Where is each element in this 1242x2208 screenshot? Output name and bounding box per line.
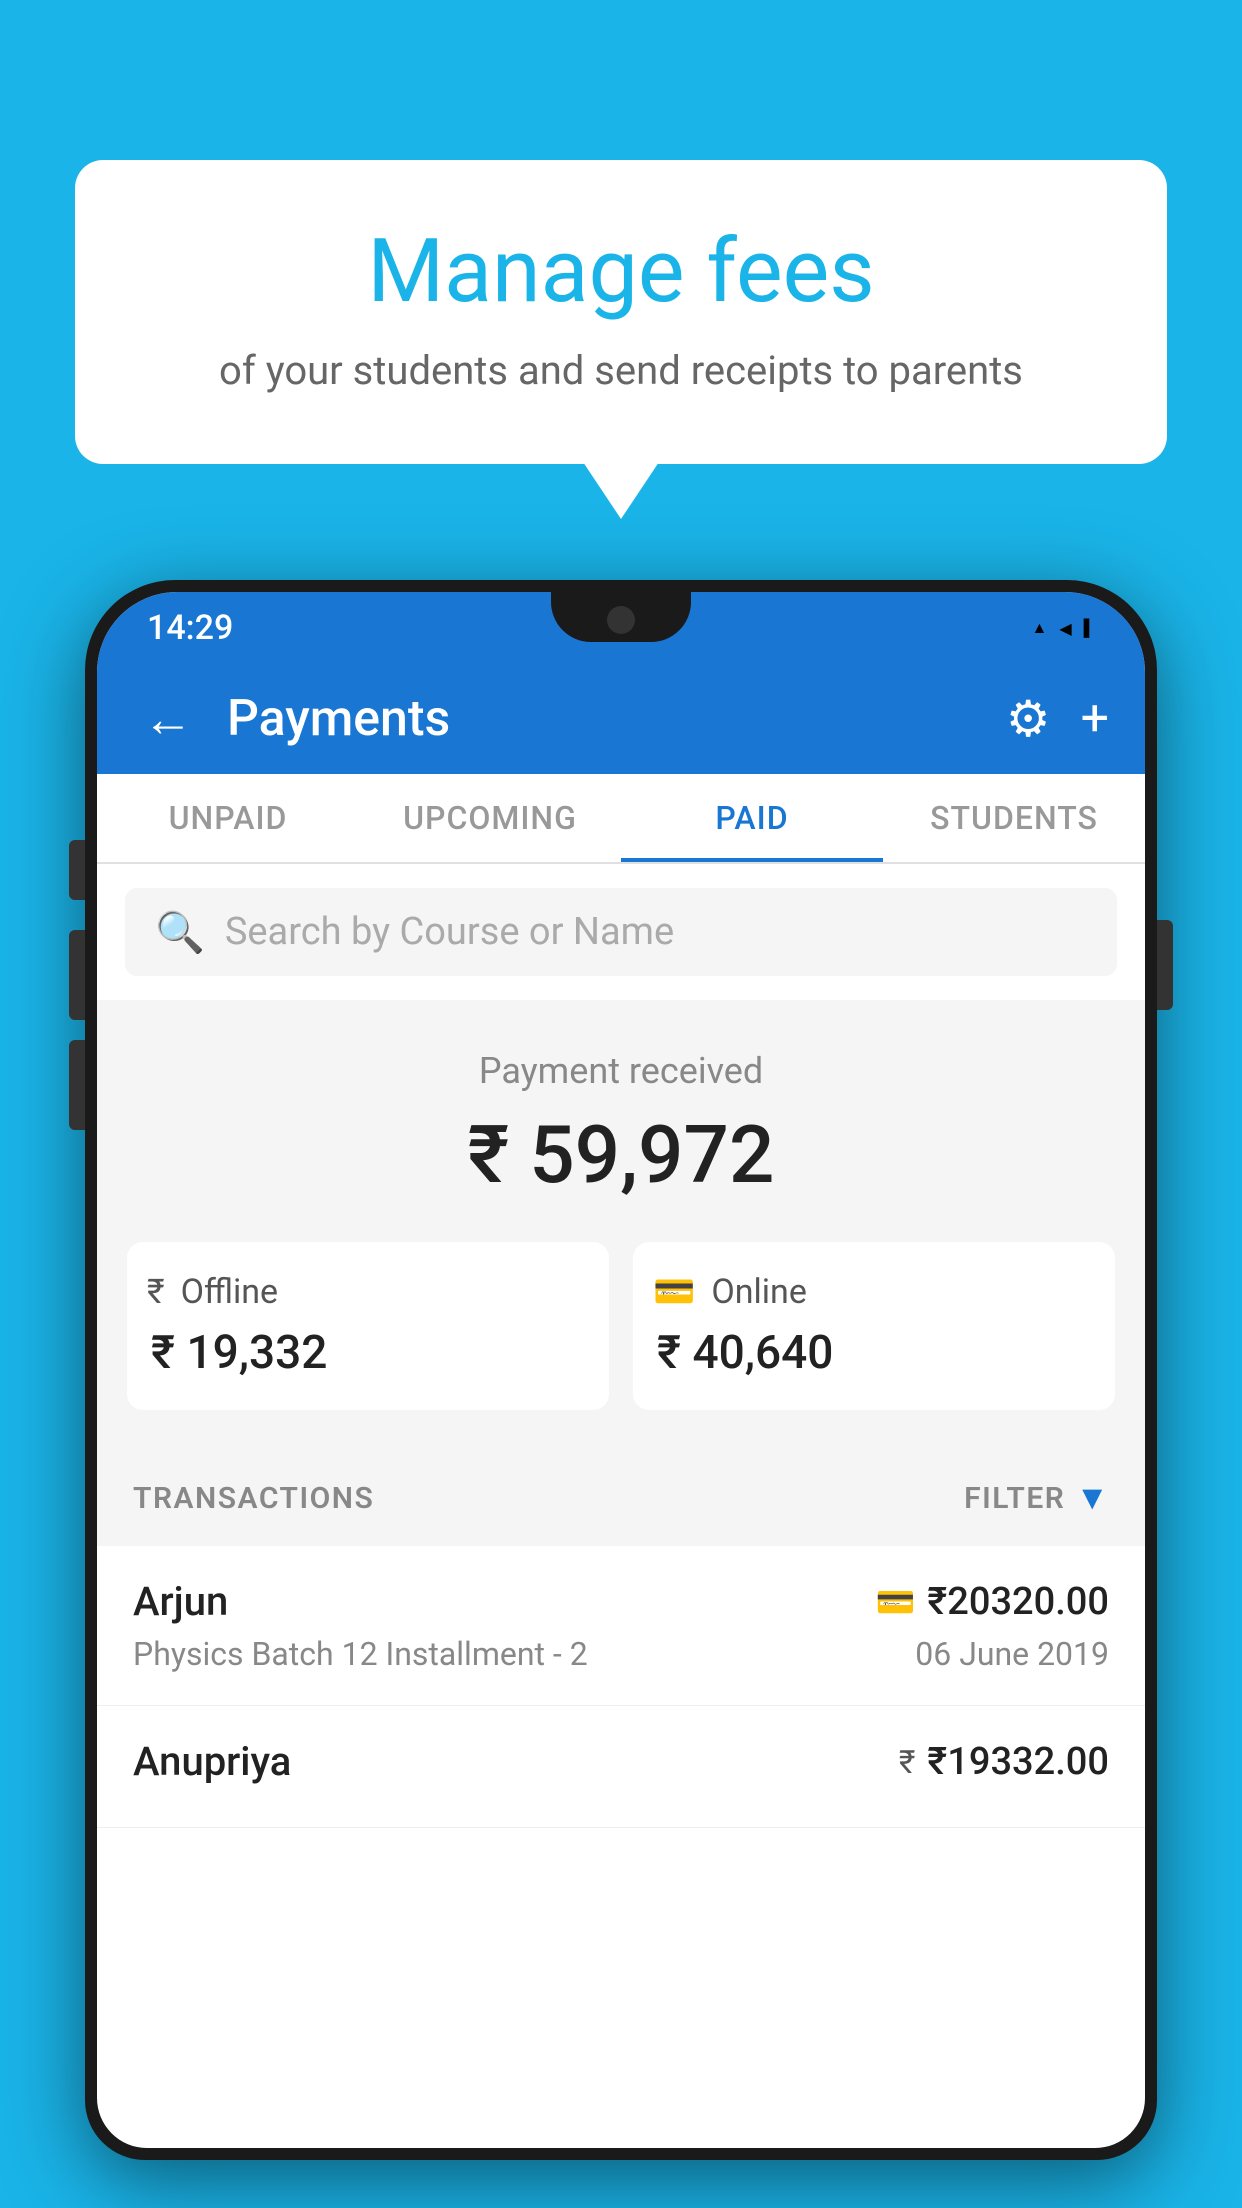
speech-bubble: Manage fees of your students and send re… xyxy=(75,160,1167,464)
online-payment-card: 💳 Online ₹ 40,640 xyxy=(633,1242,1115,1410)
cash-payment-icon: ₹ xyxy=(899,1743,916,1781)
transaction-list: Arjun 💳 ₹20320.00 Physics Batch 12 Insta… xyxy=(97,1546,1145,1828)
card-icon: 💳 xyxy=(653,1272,695,1312)
payment-cards: ₹ Offline ₹ 19,332 💳 Online ₹ 40,640 xyxy=(127,1242,1115,1410)
offline-label: Offline xyxy=(181,1272,278,1312)
offline-amount: ₹ 19,332 xyxy=(147,1326,589,1380)
transaction-course: Physics Batch 12 Installment - 2 xyxy=(133,1635,588,1673)
tab-upcoming[interactable]: UPCOMING xyxy=(359,774,621,862)
transaction-item[interactable]: Arjun 💳 ₹20320.00 Physics Batch 12 Insta… xyxy=(97,1546,1145,1706)
search-bar-container: 🔍 Search by Course or Name xyxy=(97,864,1145,1000)
online-amount: ₹ 40,640 xyxy=(653,1326,1095,1380)
bubble-subtitle: of your students and send receipts to pa… xyxy=(125,347,1117,394)
volume-silent-button xyxy=(69,840,85,900)
tabs-container: UNPAID UPCOMING PAID STUDENTS xyxy=(97,774,1145,864)
power-button xyxy=(1157,920,1173,1010)
transaction-amount: ₹19332.00 xyxy=(927,1740,1109,1784)
cash-icon: ₹ xyxy=(147,1272,165,1312)
filter-label: FILTER xyxy=(964,1481,1065,1516)
app-bar-actions: ⚙ + xyxy=(1006,690,1109,749)
status-bar: 14:29 ▲ ◀ ▌ xyxy=(97,592,1145,664)
transaction-detail-row: Physics Batch 12 Installment - 2 06 June… xyxy=(133,1635,1109,1673)
app-bar: ← Payments ⚙ + xyxy=(97,664,1145,774)
offline-payment-card: ₹ Offline ₹ 19,332 xyxy=(127,1242,609,1410)
transaction-row: Anupriya ₹ ₹19332.00 xyxy=(133,1738,1109,1785)
transaction-amount-wrap: 💳 ₹20320.00 xyxy=(876,1580,1109,1624)
payment-total-amount: ₹ 59,972 xyxy=(127,1108,1115,1202)
back-button[interactable]: ← xyxy=(133,690,203,749)
volume-up-button xyxy=(69,930,85,1020)
phone-outer-frame: 14:29 ▲ ◀ ▌ ← Payments ⚙ + UNPAID xyxy=(85,580,1157,2160)
payment-received-label: Payment received xyxy=(127,1050,1115,1092)
card-payment-icon: 💳 xyxy=(876,1583,916,1621)
tab-paid[interactable]: PAID xyxy=(621,774,883,862)
transaction-date: 06 June 2019 xyxy=(915,1635,1109,1673)
payment-summary: Payment received ₹ 59,972 ₹ Offline ₹ 19… xyxy=(97,1000,1145,1450)
transactions-label: TRANSACTIONS xyxy=(133,1481,374,1516)
phone-device: 14:29 ▲ ◀ ▌ ← Payments ⚙ + UNPAID xyxy=(85,580,1157,2208)
search-placeholder: Search by Course or Name xyxy=(225,910,674,954)
transaction-item[interactable]: Anupriya ₹ ₹19332.00 xyxy=(97,1706,1145,1828)
bubble-title: Manage fees xyxy=(125,220,1117,323)
status-icons: ▲ ◀ ▌ xyxy=(1032,618,1096,638)
search-bar[interactable]: 🔍 Search by Course or Name xyxy=(125,888,1117,976)
wifi-icon: ▲ xyxy=(1032,618,1048,638)
phone-screen: 14:29 ▲ ◀ ▌ ← Payments ⚙ + UNPAID xyxy=(97,592,1145,2148)
volume-down-button xyxy=(69,1040,85,1130)
app-bar-title: Payments xyxy=(227,690,982,748)
offline-card-header: ₹ Offline xyxy=(147,1272,589,1312)
transactions-header: TRANSACTIONS FILTER ▼ xyxy=(97,1450,1145,1546)
settings-button[interactable]: ⚙ xyxy=(1006,690,1051,749)
online-label: Online xyxy=(711,1272,807,1312)
signal-icon: ◀ xyxy=(1059,619,1071,638)
transaction-row: Arjun 💳 ₹20320.00 xyxy=(133,1578,1109,1625)
transaction-name: Anupriya xyxy=(133,1738,291,1785)
transaction-amount-wrap: ₹ ₹19332.00 xyxy=(899,1740,1109,1784)
tab-students[interactable]: STUDENTS xyxy=(883,774,1145,862)
tab-unpaid[interactable]: UNPAID xyxy=(97,774,359,862)
filter-icon: ▼ xyxy=(1075,1478,1109,1518)
status-time: 14:29 xyxy=(147,608,233,648)
filter-button[interactable]: FILTER ▼ xyxy=(964,1478,1109,1518)
online-card-header: 💳 Online xyxy=(653,1272,1095,1312)
transaction-name: Arjun xyxy=(133,1578,228,1625)
add-button[interactable]: + xyxy=(1081,690,1109,748)
search-icon: 🔍 xyxy=(155,909,205,956)
battery-icon: ▌ xyxy=(1084,618,1095,638)
transaction-amount: ₹20320.00 xyxy=(927,1580,1109,1624)
content-area: 🔍 Search by Course or Name Payment recei… xyxy=(97,864,1145,1828)
